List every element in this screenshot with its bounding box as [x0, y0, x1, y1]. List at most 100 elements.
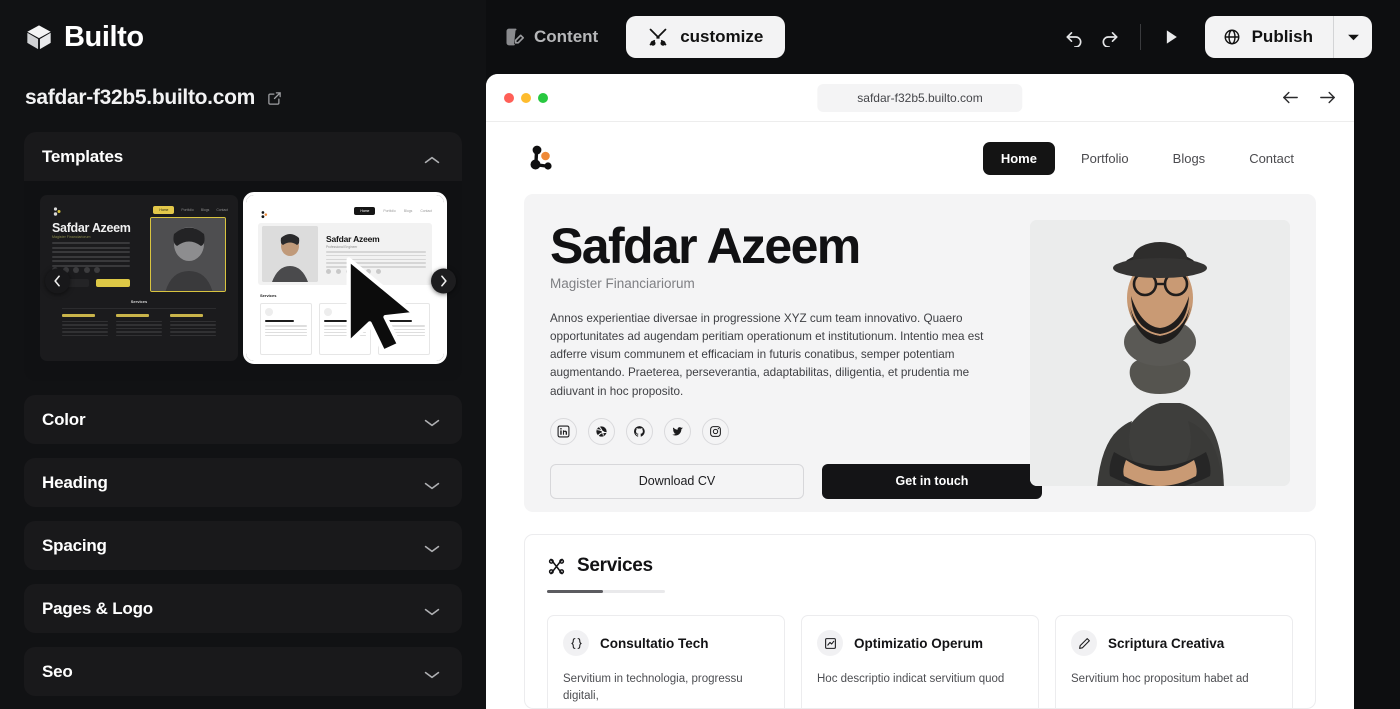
template-service-card — [319, 303, 371, 355]
sidebar-section-label: Heading — [42, 472, 108, 492]
close-dot-icon[interactable] — [504, 92, 514, 103]
sidebar-section-color[interactable]: Color — [24, 395, 462, 444]
braces-icon — [563, 630, 589, 656]
service-card-description: Servitium hoc propositum habet ad — [1071, 673, 1249, 685]
sidebar-section-pages-and-logo[interactable]: Pages & Logo — [24, 584, 462, 633]
services-underline — [547, 590, 665, 593]
get-in-touch-button[interactable]: Get in touch — [822, 463, 1042, 499]
site-nav-contact[interactable]: Contact — [1231, 142, 1312, 175]
service-card-description: Servitium in technologia, progressu digi… — [563, 673, 743, 703]
sidebar-section-heading[interactable]: Heading — [24, 458, 462, 507]
sidebar-section-label: Spacing — [42, 535, 107, 555]
chevron-down-icon[interactable] — [424, 667, 440, 678]
chevron-up-icon[interactable] — [424, 152, 440, 163]
template-thumbnail-light-selected[interactable]: Home Portfolio Blogs Contact Safdar Azee… — [243, 192, 447, 364]
url-bar[interactable]: safdar-f32b5.builto.com — [817, 83, 1023, 112]
chevron-down-icon[interactable] — [424, 478, 440, 489]
template-nav-item: Portfolio — [383, 209, 396, 213]
tools-cross-icon — [648, 27, 668, 47]
sidebar-section-seo[interactable]: Seo — [24, 647, 462, 696]
services-title: Services — [577, 555, 653, 576]
chevron-down-icon[interactable] — [424, 604, 440, 615]
publish-button[interactable]: Publish — [1204, 16, 1334, 58]
download-cv-button[interactable]: Download CV — [550, 463, 804, 499]
hero-section: Safdar Azeem Magister Financiariorum Ann… — [524, 194, 1316, 512]
preview-container: safdar-f32b5.builto.com Home Portfolio B… — [486, 74, 1400, 709]
preview-play-button[interactable] — [1153, 19, 1189, 55]
caret-down-icon — [1347, 34, 1359, 40]
template-divider — [62, 308, 216, 309]
template-hero-name: Safdar Azeem — [52, 221, 131, 235]
service-card-header: Optimizatio Operum — [817, 630, 1023, 656]
template-section-title: Services — [260, 293, 277, 298]
sidebar-section-label: Pages & Logo — [42, 598, 153, 618]
site-domain-row[interactable]: safdar-f32b5.builto.com — [0, 74, 486, 132]
browser-nav-arrows — [1282, 90, 1336, 105]
brand-header: Builto — [0, 0, 486, 74]
toolbar-divider — [1139, 24, 1141, 50]
redo-arrow-icon — [1102, 32, 1118, 47]
redo-button[interactable] — [1092, 19, 1128, 55]
template-service-card — [116, 314, 162, 338]
services-section: Services Consultatio Tech Servitium in t… — [524, 534, 1316, 709]
service-card-header: Consultatio Tech — [563, 630, 769, 656]
edit-pencil-icon[interactable] — [267, 91, 282, 106]
hero-description: Annos experientiae diversae in progressi… — [550, 312, 984, 398]
hero-portrait-photo — [1030, 220, 1290, 486]
customize-button[interactable]: customize — [626, 16, 786, 58]
globe-icon — [1223, 28, 1241, 46]
site-nav-home[interactable]: Home — [982, 141, 1055, 175]
molecule-logo-icon[interactable] — [528, 143, 558, 173]
site-preview: safdar-f32b5.builto.com Home Portfolio B… — [486, 74, 1354, 709]
template-service-card — [62, 314, 108, 338]
chevron-down-icon[interactable] — [424, 541, 440, 552]
service-card-title: Consultatio Tech — [600, 635, 709, 651]
twitter-icon[interactable] — [664, 417, 691, 445]
site-nav-blogs[interactable]: Blogs — [1155, 142, 1224, 175]
template-service-cards — [62, 314, 216, 338]
template-service-card — [378, 303, 430, 355]
arrow-right-icon[interactable] — [1319, 90, 1336, 105]
pen-icon — [1071, 630, 1097, 656]
github-icon[interactable] — [626, 417, 653, 445]
undo-button[interactable] — [1056, 19, 1092, 55]
template-nav-item: Contact — [420, 209, 432, 213]
dribbble-icon[interactable] — [588, 417, 615, 445]
carousel-next-button[interactable] — [431, 268, 456, 294]
instagram-icon[interactable] — [702, 417, 729, 445]
publish-button-group: Publish — [1204, 16, 1372, 58]
template-nav-item: Blogs — [200, 208, 210, 212]
service-card[interactable]: Scriptura Creativa Servitium hoc proposi… — [1055, 615, 1293, 709]
template-service-card — [170, 314, 216, 338]
sidebar-section-templates-header[interactable]: Templates — [24, 132, 462, 181]
site-nav-links: Home Portfolio Blogs Contact — [982, 141, 1312, 175]
hero-name: Safdar Azeem — [550, 218, 861, 274]
template-hero-role: Magister Financiariorum — [52, 235, 91, 239]
sidebar-section-templates: Templates Home Portfolio Blogs Contact S… — [24, 132, 462, 381]
site-navbar: Home Portfolio Blogs Contact — [486, 122, 1354, 194]
publish-button-label: Publish — [1251, 27, 1313, 46]
play-triangle-icon — [1166, 30, 1177, 44]
site-nav-portfolio[interactable]: Portfolio — [1063, 142, 1147, 175]
publish-options-button[interactable] — [1334, 16, 1372, 58]
site-domain-text: safdar-f32b5.builto.com — [25, 86, 255, 109]
sidebar-accordion: Templates Home Portfolio Blogs Contact S… — [0, 132, 486, 696]
maximize-dot-icon[interactable] — [538, 92, 548, 103]
minimize-dot-icon[interactable] — [521, 92, 531, 103]
service-card[interactable]: Optimizatio Operum Hoc descriptio indica… — [801, 615, 1039, 709]
scissors-cross-icon — [547, 557, 566, 576]
sidebar-section-spacing[interactable]: Spacing — [24, 521, 462, 570]
service-card[interactable]: Consultatio Tech Servitium in technologi… — [547, 615, 785, 709]
linkedin-icon[interactable] — [550, 417, 577, 445]
chevron-down-icon[interactable] — [424, 415, 440, 426]
arrow-left-icon[interactable] — [1282, 90, 1299, 105]
template-nav: Home Portfolio Blogs Contact — [153, 206, 228, 214]
templates-carousel: Home Portfolio Blogs Contact Safdar Azee… — [24, 181, 462, 381]
chart-line-icon — [817, 630, 843, 656]
tab-content[interactable]: Content — [490, 18, 612, 56]
carousel-prev-button[interactable] — [45, 268, 70, 294]
template-logo-icon — [260, 207, 270, 219]
cube-icon — [25, 23, 53, 51]
sidebar-section-label: Templates — [42, 146, 124, 166]
brand-name: Builto — [64, 20, 144, 53]
